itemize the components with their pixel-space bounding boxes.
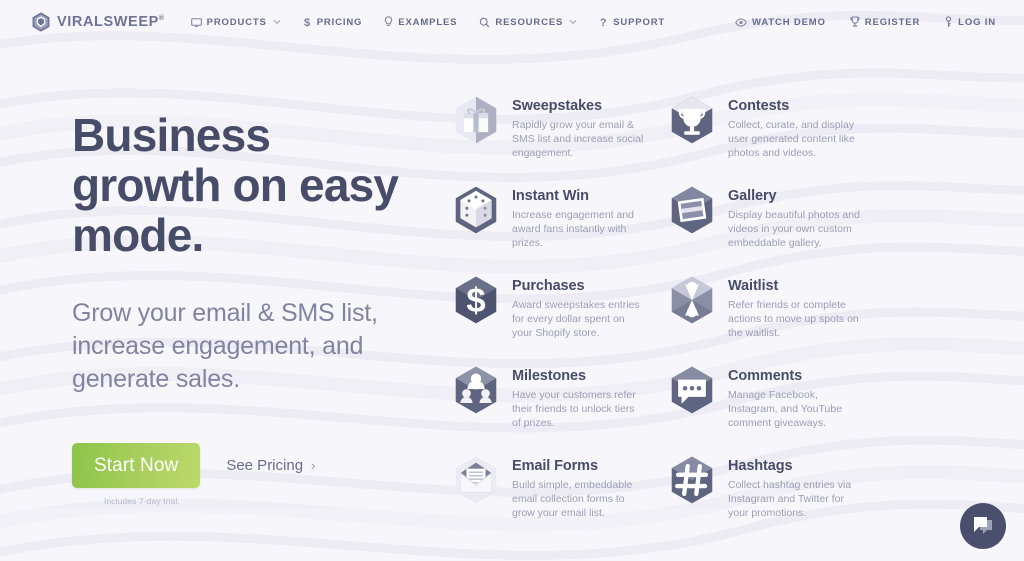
- feature-description: Collect hashtag entries via Instagram an…: [728, 479, 852, 519]
- chevron-down-icon: [569, 19, 577, 25]
- hourglass-hexagon-icon: [671, 276, 713, 324]
- chat-bubble-icon: [974, 517, 992, 534]
- feature-instant-win[interactable]: Instant Win Increase engagement and awar…: [450, 182, 663, 272]
- nav-item-watch-demo[interactable]: WATCH DEMO: [735, 17, 826, 28]
- nav-item-resources[interactable]: RESOURCES: [479, 17, 577, 28]
- logo[interactable]: VIRALSWEEP®: [30, 11, 165, 33]
- trophy-icon: [850, 16, 860, 28]
- svg-text:$: $: [304, 17, 311, 28]
- hashtag-hexagon-icon: [671, 456, 713, 504]
- page-title: Business growth on easy mode.: [72, 109, 399, 261]
- eye-icon: [735, 17, 747, 27]
- feature-email-forms[interactable]: Email Forms Build simple, embeddable ema…: [450, 452, 663, 542]
- gift-box-hexagon-icon: [455, 96, 497, 144]
- feature-title: Purchases: [512, 278, 585, 294]
- speech-bubble-hexagon-icon: [671, 366, 713, 414]
- feature-waitlist[interactable]: Waitlist Refer friends or complete actio…: [666, 272, 879, 362]
- feature-description: Collect, curate, and display user genera…: [728, 119, 855, 159]
- nav-label-resources: RESOURCES: [495, 16, 564, 28]
- hero-subheadline: Grow your email & SMS list, increase eng…: [72, 299, 378, 393]
- nav-label-register: REGISTER: [864, 16, 921, 28]
- people-tiers-hexagon-icon: [455, 366, 497, 414]
- feature-description: Award sweepstakes entries for every doll…: [512, 299, 640, 339]
- site-header: VIRALSWEEP® PRODUCTS $ PRICING EXAMPLES: [0, 0, 1024, 44]
- nav-label-products: PRODUCTS: [206, 16, 267, 28]
- feature-sweepstakes[interactable]: Sweepstakes Rapidly grow your email & SM…: [450, 92, 663, 182]
- feature-gallery[interactable]: Gallery Display beautiful photos and vid…: [666, 182, 879, 272]
- nav-label-log-in: LOG IN: [958, 16, 996, 28]
- monitor-icon: [190, 17, 202, 28]
- feature-description: Refer friends or complete actions to mov…: [728, 299, 859, 339]
- feature-title: Waitlist: [728, 278, 779, 294]
- feature-title: Contests: [728, 98, 790, 114]
- nav-label-watch-demo: WATCH DEMO: [752, 16, 826, 28]
- chevron-down-icon: [273, 19, 281, 25]
- feature-description: Build simple, embeddable email collectio…: [512, 479, 633, 519]
- start-now-button[interactable]: Start Now: [72, 443, 201, 488]
- hero-copy: Business growth on easy mode. Grow your …: [0, 44, 440, 542]
- feature-description: Rapidly grow your email & SMS list and i…: [512, 119, 644, 159]
- primary-navigation: PRODUCTS $ PRICING EXAMPLES RESOURCES ? …: [190, 16, 666, 29]
- dice-hexagon-icon: [455, 186, 497, 234]
- search-icon: [479, 17, 490, 28]
- svg-text:?: ?: [600, 17, 608, 28]
- trial-note: Includes 7-day trial.: [104, 496, 180, 506]
- key-icon: [944, 16, 953, 28]
- chat-widget-button[interactable]: [960, 503, 1006, 549]
- nav-label-pricing: PRICING: [316, 16, 363, 28]
- feature-grid: Sweepstakes Rapidly grow your email & SM…: [440, 44, 879, 542]
- viralsweep-hexagon-logo-icon: [32, 12, 50, 32]
- lightbulb-icon: [384, 16, 393, 28]
- feature-description: Manage Facebook, Instagram, and YouTube …: [728, 389, 843, 429]
- feature-hashtags[interactable]: Hashtags Collect hashtag entries via Ins…: [666, 452, 879, 542]
- nav-item-log-in[interactable]: LOG IN: [944, 16, 996, 28]
- feature-purchases[interactable]: $ Purchases Award sweepstakes entries fo…: [450, 272, 663, 362]
- feature-description: Increase engagement and award fans insta…: [512, 209, 635, 249]
- hero-cta-row: Start Now See Pricing ›: [72, 443, 440, 488]
- dollar-sign-hexagon-icon: $: [455, 276, 497, 324]
- logo-text: VIRALSWEEP®: [57, 14, 165, 30]
- dollar-icon: $: [303, 16, 312, 28]
- nav-item-support[interactable]: ? SUPPORT: [599, 16, 666, 29]
- nav-label-examples: EXAMPLES: [398, 16, 458, 28]
- registered-trademark: ®: [158, 15, 165, 23]
- feature-comments[interactable]: Comments Manage Facebook, Instagram, and…: [666, 362, 879, 452]
- feature-title: Comments: [728, 368, 803, 384]
- logo-wordmark: VIRALSWEEP: [57, 14, 159, 30]
- svg-text:$: $: [466, 282, 485, 320]
- see-pricing-link[interactable]: See Pricing ›: [226, 457, 315, 474]
- feature-title: Instant Win: [512, 188, 589, 204]
- hero-section: Business growth on easy mode. Grow your …: [0, 44, 1024, 542]
- feature-description: Display beautiful photos and videos in y…: [728, 209, 860, 249]
- nav-item-products[interactable]: PRODUCTS: [190, 16, 281, 28]
- secondary-navigation: WATCH DEMO REGISTER LOG IN: [735, 16, 996, 28]
- feature-milestones[interactable]: Milestones Have your customers refer the…: [450, 362, 663, 452]
- nav-item-register[interactable]: REGISTER: [850, 16, 920, 28]
- envelope-hexagon-icon: [455, 456, 497, 504]
- see-pricing-label: See Pricing: [226, 457, 304, 474]
- feature-contests[interactable]: Contests Collect, curate, and display us…: [666, 92, 879, 182]
- nav-item-pricing[interactable]: $ PRICING: [303, 16, 363, 29]
- feature-description: Have your customers refer their friends …: [512, 389, 636, 429]
- nav-item-examples[interactable]: EXAMPLES: [384, 16, 457, 28]
- photo-hexagon-icon: [671, 186, 713, 234]
- feature-title: Milestones: [512, 368, 586, 384]
- feature-title: Hashtags: [728, 458, 793, 474]
- feature-title: Gallery: [728, 188, 777, 204]
- chevron-right-icon: ›: [311, 458, 316, 473]
- trophy-hexagon-icon: [671, 96, 713, 144]
- nav-label-support: SUPPORT: [613, 16, 666, 28]
- feature-title: Sweepstakes: [512, 98, 602, 114]
- feature-title: Email Forms: [512, 458, 598, 474]
- question-mark-icon: ?: [599, 16, 608, 28]
